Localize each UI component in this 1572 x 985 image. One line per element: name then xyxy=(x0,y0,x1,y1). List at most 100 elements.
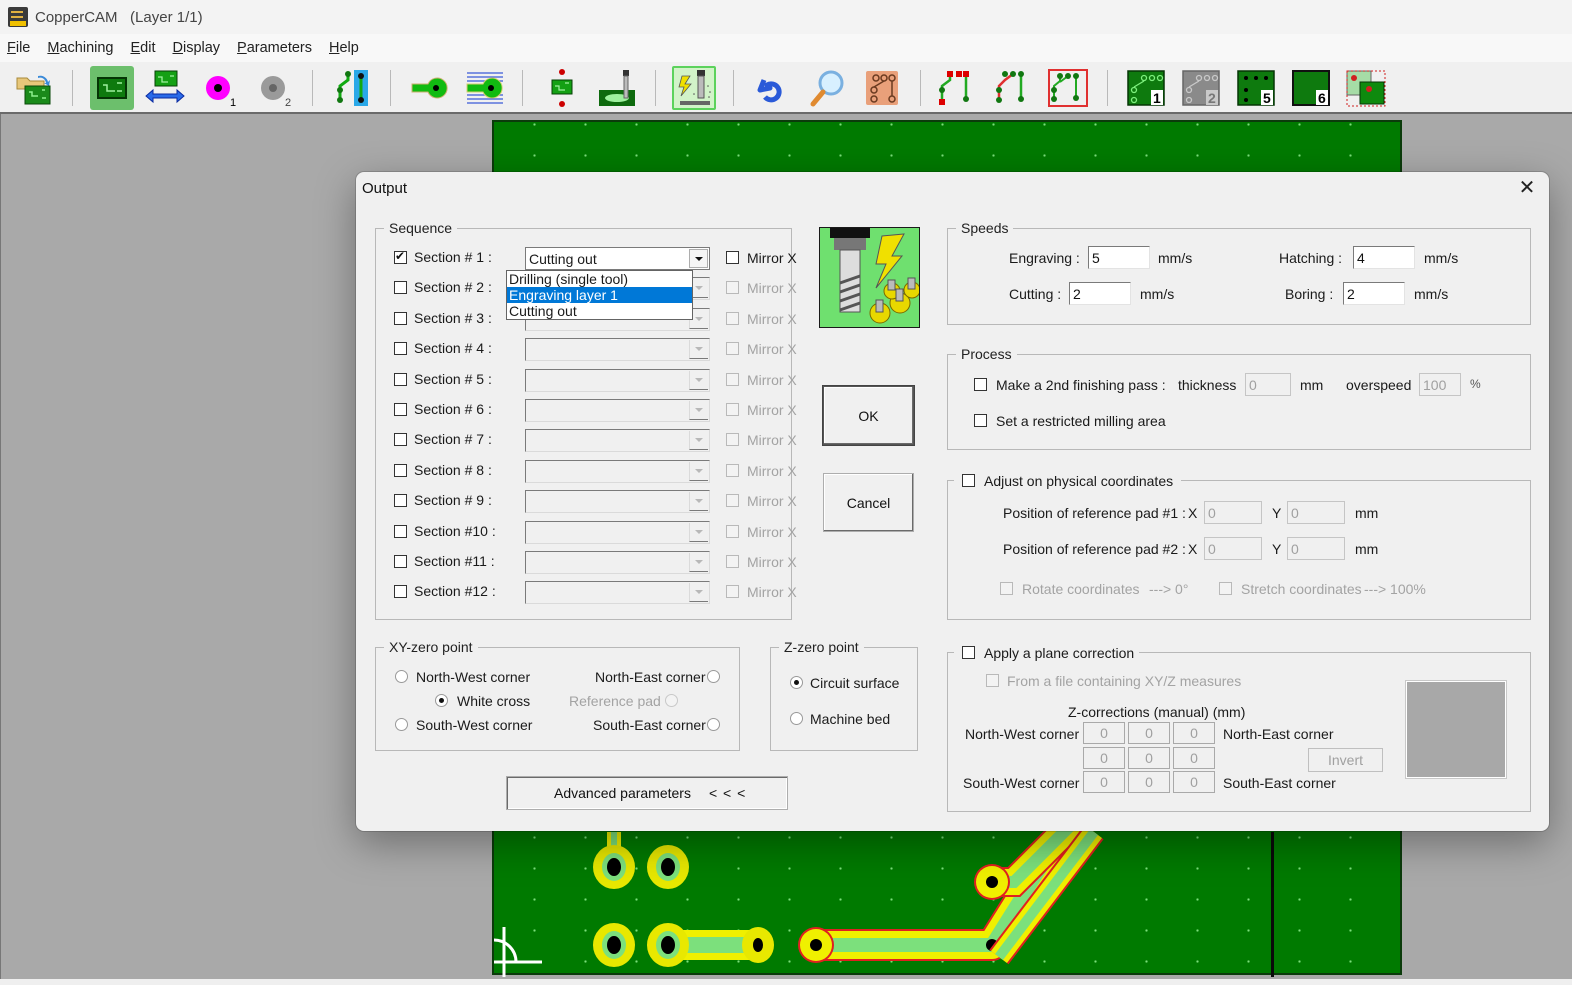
circuit-board-icon[interactable] xyxy=(90,66,134,110)
ok-button[interactable]: OK xyxy=(823,386,914,445)
chevron-down-icon[interactable] xyxy=(689,340,708,360)
menu-parameters[interactable]: Parameters xyxy=(237,40,312,56)
board-drill-icon[interactable] xyxy=(540,66,584,110)
pad1-y-input[interactable] xyxy=(1287,501,1345,524)
chevron-down-icon[interactable] xyxy=(689,553,708,572)
z-correction-cell[interactable]: 0 xyxy=(1173,771,1215,793)
section-10-mirror-checkbox[interactable] xyxy=(726,524,739,538)
section-11-mirror-checkbox[interactable] xyxy=(726,555,739,568)
layer-6-icon[interactable]: 6 xyxy=(1289,66,1333,110)
cutting-tool-icon[interactable] xyxy=(595,66,639,110)
xy-ne-corner-radio[interactable] xyxy=(707,670,720,683)
section-12-mirror-checkbox[interactable] xyxy=(726,585,739,599)
pad-layer-1-icon[interactable]: 1 xyxy=(198,66,242,110)
finishing-pass-checkbox[interactable] xyxy=(974,378,987,391)
section-4-combo[interactable] xyxy=(525,338,710,362)
board-offset-icon[interactable] xyxy=(1344,66,1388,110)
mirror-board-icon[interactable] xyxy=(143,66,187,110)
section-6-checkbox[interactable] xyxy=(394,403,407,416)
boring-speed-input[interactable] xyxy=(1343,282,1405,305)
menu-display[interactable]: Display xyxy=(172,40,220,56)
close-icon[interactable]: ✕ xyxy=(1515,177,1539,201)
invert-button[interactable]: Invert xyxy=(1308,748,1383,772)
section-1-combo[interactable]: Cutting out xyxy=(525,247,710,270)
chevron-down-icon[interactable] xyxy=(689,583,708,603)
thickness-input[interactable] xyxy=(1245,373,1291,396)
section-10-checkbox[interactable] xyxy=(394,524,407,538)
section-1-mirror-checkbox[interactable] xyxy=(726,251,739,264)
section-10-combo[interactable] xyxy=(525,520,710,544)
engraving-speed-input[interactable] xyxy=(1088,246,1150,269)
section-3-mirror-checkbox[interactable] xyxy=(726,311,739,325)
pad-hatching-icon[interactable] xyxy=(463,66,507,110)
chevron-down-icon[interactable] xyxy=(689,492,708,512)
advanced-parameters-button[interactable]: Advanced parameters < < < xyxy=(506,776,788,810)
z-correction-cell[interactable]: 0 xyxy=(1173,722,1215,744)
dropdown-option-drilling[interactable]: Drilling (single tool) xyxy=(507,271,692,287)
cancel-button[interactable]: Cancel xyxy=(823,473,914,532)
section-8-combo[interactable] xyxy=(525,459,710,483)
restricted-area-checkbox[interactable] xyxy=(974,414,987,427)
section-7-checkbox[interactable] xyxy=(394,433,407,447)
hatching-speed-input[interactable] xyxy=(1353,246,1415,269)
plane-correction-checkbox[interactable] xyxy=(962,646,975,659)
copper-pcb-icon[interactable] xyxy=(860,66,904,110)
section-4-mirror-checkbox[interactable] xyxy=(726,342,739,356)
section-3-checkbox[interactable] xyxy=(394,311,407,325)
tracks-red-lines-icon[interactable] xyxy=(991,66,1035,110)
z-correction-cell[interactable]: 0 xyxy=(1083,771,1125,793)
stretch-coordinates-checkbox[interactable] xyxy=(1219,582,1232,595)
section-6-mirror-checkbox[interactable] xyxy=(726,403,739,416)
pad2-x-input[interactable] xyxy=(1204,537,1262,560)
menu-edit[interactable]: Edit xyxy=(130,40,155,56)
menu-file[interactable]: File xyxy=(7,40,30,56)
section-12-checkbox[interactable] xyxy=(394,585,407,599)
pad1-x-input[interactable] xyxy=(1204,501,1262,524)
section-9-combo[interactable] xyxy=(525,490,710,514)
xy-white-cross-radio[interactable] xyxy=(435,694,448,707)
xy-reference-pad-radio[interactable] xyxy=(665,694,678,707)
section-7-combo[interactable] xyxy=(525,429,710,453)
pad-layer-2-icon[interactable]: 2 xyxy=(253,66,297,110)
section-8-mirror-checkbox[interactable] xyxy=(726,463,739,477)
chevron-down-icon[interactable] xyxy=(689,370,708,390)
z-correction-cell[interactable]: 0 xyxy=(1128,771,1170,793)
layer-1-icon[interactable]: 1 xyxy=(1124,66,1168,110)
section-2-mirror-checkbox[interactable] xyxy=(726,281,739,295)
z-machine-bed-radio[interactable] xyxy=(790,712,803,725)
section-8-checkbox[interactable] xyxy=(394,463,407,477)
tracks-red-pads-icon[interactable] xyxy=(936,66,980,110)
section-5-combo[interactable] xyxy=(525,368,710,392)
section-5-checkbox[interactable] xyxy=(394,372,407,386)
chevron-down-icon[interactable] xyxy=(689,249,708,268)
layer-5-icon[interactable]: 5 xyxy=(1234,66,1278,110)
mill-output-icon[interactable] xyxy=(672,66,716,110)
section-1-checkbox[interactable] xyxy=(394,249,407,264)
section-5-mirror-checkbox[interactable] xyxy=(726,372,739,386)
section-12-combo[interactable] xyxy=(525,581,710,605)
magnifier-icon[interactable] xyxy=(805,66,849,110)
dropdown-option-cutting-out[interactable]: Cutting out xyxy=(507,303,692,319)
xy-se-corner-radio[interactable] xyxy=(707,718,720,731)
pad2-y-input[interactable] xyxy=(1287,537,1345,560)
z-correction-cell[interactable]: 0 xyxy=(1173,747,1215,769)
from-file-checkbox[interactable] xyxy=(986,674,999,687)
section-6-combo[interactable] xyxy=(525,399,710,422)
chevron-down-icon[interactable] xyxy=(689,401,708,420)
chevron-down-icon[interactable] xyxy=(689,522,708,542)
section-11-combo[interactable] xyxy=(525,551,710,574)
layer-2-icon[interactable]: 2 xyxy=(1179,66,1223,110)
section-9-checkbox[interactable] xyxy=(394,494,407,508)
undo-icon[interactable] xyxy=(750,66,794,110)
chevron-down-icon[interactable] xyxy=(689,461,708,481)
section-2-checkbox[interactable] xyxy=(394,281,407,295)
track-pad-icon[interactable] xyxy=(330,66,374,110)
section-7-mirror-checkbox[interactable] xyxy=(726,433,739,447)
rotate-coordinates-checkbox[interactable] xyxy=(1000,582,1013,595)
section-4-checkbox[interactable] xyxy=(394,342,407,356)
menu-machining[interactable]: Machining xyxy=(47,40,113,56)
section-11-checkbox[interactable] xyxy=(394,555,407,568)
z-correction-cell[interactable]: 0 xyxy=(1083,722,1125,744)
pad-contour-icon[interactable] xyxy=(408,66,452,110)
open-folder-icon[interactable] xyxy=(12,66,56,110)
